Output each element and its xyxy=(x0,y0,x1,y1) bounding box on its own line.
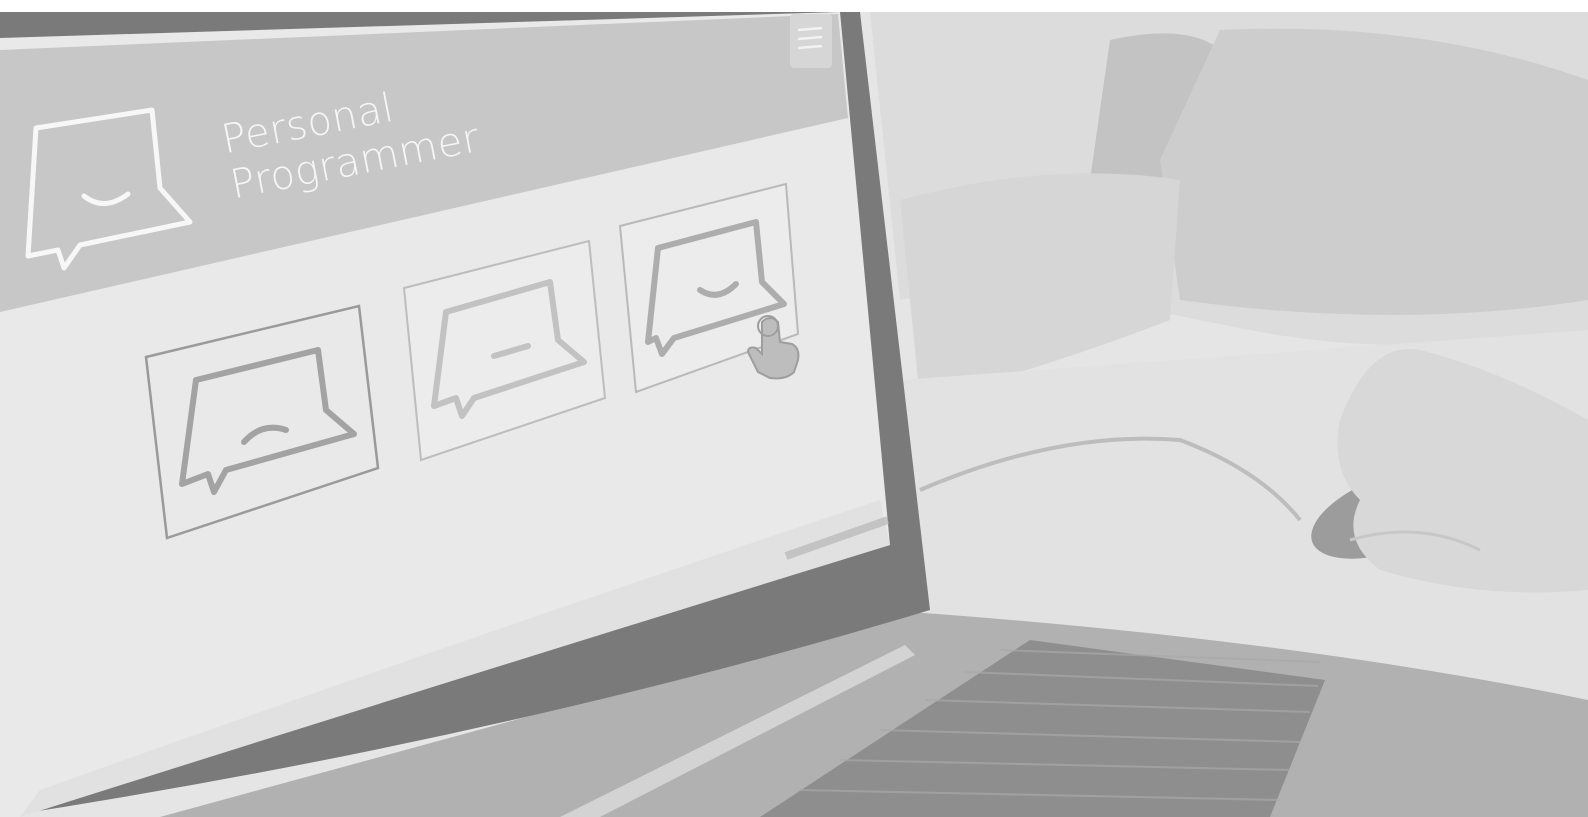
menu-button[interactable] xyxy=(788,12,834,68)
rating-sad-option[interactable] xyxy=(146,306,378,538)
rating-neutral-option[interactable] xyxy=(404,240,606,462)
rating-happy-option[interactable] xyxy=(622,184,798,394)
